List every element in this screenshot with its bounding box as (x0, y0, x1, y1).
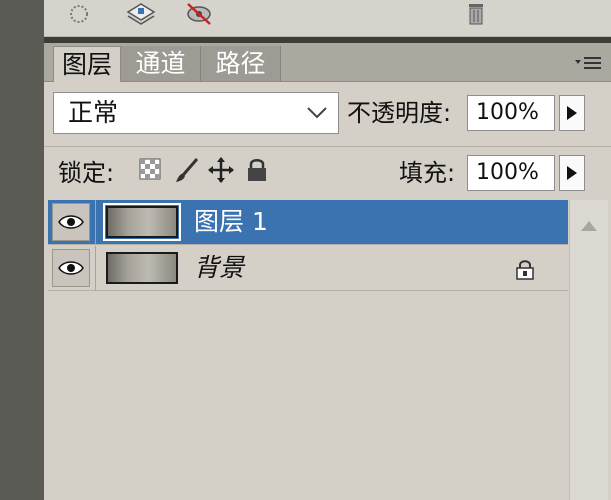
layer-name: 背景 (194, 253, 245, 282)
options-divider (44, 146, 611, 147)
layers-bottom-toolbar (44, 0, 611, 37)
fill-label: 填充: (399, 159, 456, 187)
layers-panel: 图层 通道 路径 正常 不透明度: 100% 锁定: 填充: 100% 图层 1… (44, 43, 611, 500)
scroll-up-icon[interactable] (579, 218, 599, 232)
layer-row-layer1[interactable]: 图层 1 (48, 200, 568, 245)
panel-menu-icon[interactable] (573, 53, 603, 73)
opacity-label: 不透明度: (347, 99, 452, 127)
tab-layers[interactable]: 图层 (53, 46, 121, 82)
layer-row-background[interactable]: 背景 (48, 246, 568, 291)
eye-icon[interactable] (52, 203, 90, 241)
blend-mode-select[interactable]: 正常 (53, 92, 339, 134)
dotted-circle-icon[interactable] (66, 2, 92, 28)
workspace-left-strip (0, 0, 44, 500)
lock-label: 锁定: (58, 159, 115, 187)
eye-icon[interactable] (52, 249, 90, 287)
layer-thumbnail (106, 252, 178, 284)
red-eye-icon[interactable] (184, 2, 214, 28)
tab-paths[interactable]: 路径 (201, 46, 281, 81)
trash-icon[interactable] (466, 2, 486, 28)
fill-input[interactable]: 100% (467, 155, 555, 191)
fill-slider-button[interactable] (559, 155, 585, 191)
chevron-down-icon (306, 105, 328, 121)
panel-tab-bar: 图层 通道 路径 (44, 43, 611, 82)
row-separator (95, 246, 96, 291)
adjustment-layer-icon[interactable] (124, 2, 158, 28)
layer-thumbnail (103, 203, 181, 241)
lock-all-icon[interactable] (243, 156, 271, 184)
opacity-slider-button[interactable] (559, 95, 585, 131)
opacity-input[interactable]: 100% (467, 95, 555, 131)
layer-name: 图层 1 (194, 207, 268, 236)
lock-brush-icon[interactable] (173, 156, 201, 184)
lock-move-icon[interactable] (207, 156, 235, 184)
layer-lock-icon (514, 258, 536, 280)
lock-transparency-icon[interactable] (137, 156, 165, 184)
row-separator (95, 200, 96, 245)
tab-channels[interactable]: 通道 (121, 46, 201, 81)
layer-list: 图层 1 背景 (48, 200, 568, 500)
blend-mode-value: 正常 (68, 98, 119, 127)
layer-list-scrollbar[interactable] (569, 200, 608, 500)
